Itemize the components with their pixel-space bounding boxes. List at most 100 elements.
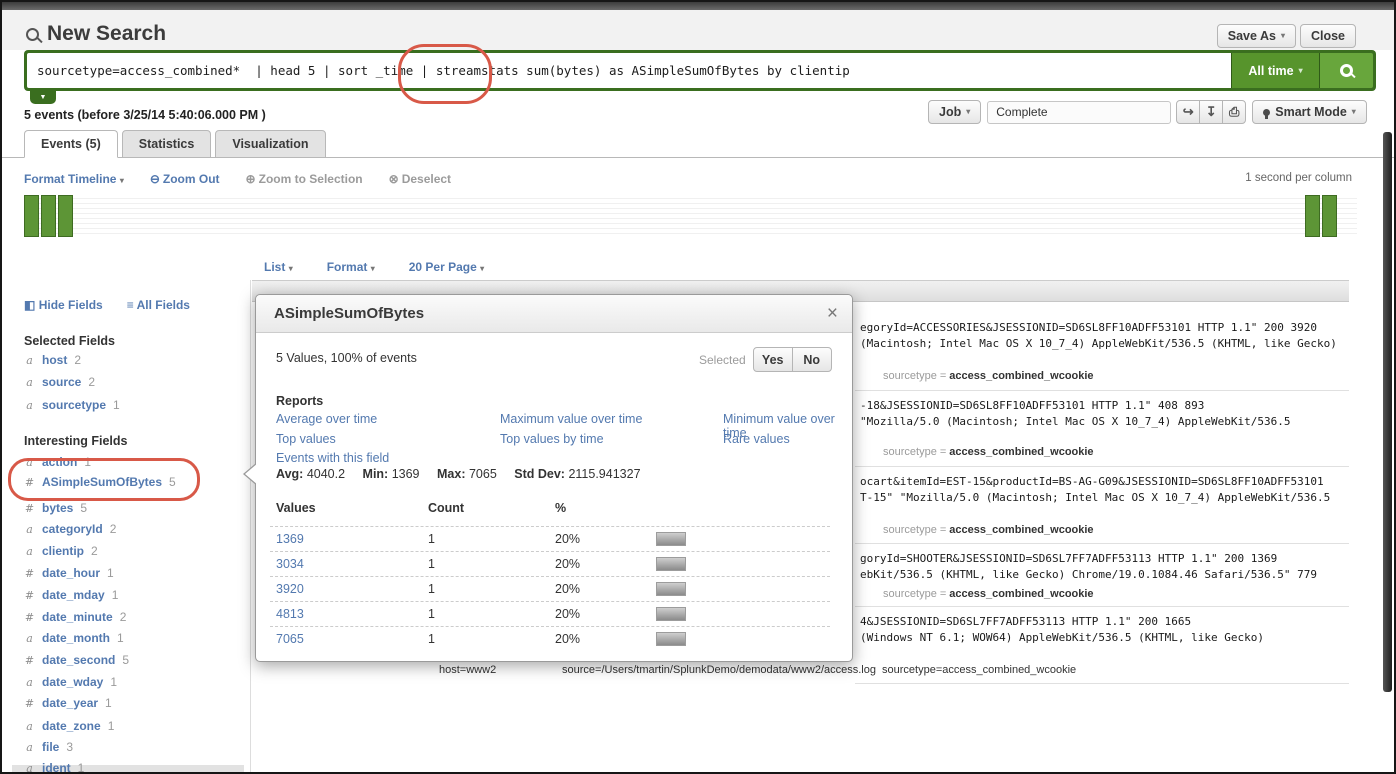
field-item-bytes[interactable]: # bytes 5	[24, 501, 87, 515]
download-icon: ↧	[1206, 104, 1217, 120]
events-summary: 5 events (before 3/25/14 5:40:06.000 PM …	[24, 108, 266, 122]
field-count: 1	[113, 398, 120, 412]
job-menu-button[interactable]: Job ▾	[928, 100, 981, 124]
meta-value[interactable]: access_combined_wcookie	[942, 664, 1076, 676]
value-link[interactable]: 1369	[276, 532, 304, 546]
value-link[interactable]: 3034	[276, 557, 304, 571]
timeline-bar[interactable]	[58, 195, 73, 237]
format-timeline-label: Format Timeline	[24, 172, 116, 186]
event-raw-text[interactable]: (Windows NT 6.1; WOW64) AppleWebKit/536.…	[860, 630, 1264, 645]
timeline-bar[interactable]	[24, 195, 39, 237]
report-link-top-values-by-time[interactable]: Top values by time	[500, 432, 604, 446]
tab-events[interactable]: Events (5)	[24, 130, 118, 158]
hide-fields-link[interactable]: ◧ Hide Fields	[24, 298, 103, 312]
time-range-picker[interactable]: All time ▾	[1231, 53, 1319, 88]
field-item-file[interactable]: a file 3	[24, 740, 73, 754]
smart-mode-button[interactable]: Smart Mode ▾	[1252, 100, 1367, 124]
selected-no-button[interactable]: No	[792, 347, 832, 372]
deselect-label: Deselect	[402, 172, 451, 186]
event-raw-text[interactable]: egoryId=ACCESSORIES&JSESSIONID=SD6SL8FF1…	[860, 320, 1317, 335]
event-raw-text[interactable]: goryId=SHOOTER&JSESSIONID=SD6SL7FF7ADFF5…	[860, 551, 1277, 566]
count-cell: 1	[428, 582, 435, 596]
share-button[interactable]: ↪	[1176, 100, 1200, 124]
report-link-rare-values[interactable]: Rare values	[723, 432, 790, 446]
event-raw-text[interactable]: T-15" "Mozilla/5.0 (Macintosh; Intel Mac…	[860, 490, 1330, 505]
field-item-host[interactable]: a host 2	[24, 353, 81, 367]
selected-yes-button[interactable]: Yes	[753, 347, 793, 372]
value-link[interactable]: 3920	[276, 582, 304, 596]
count-cell: 1	[428, 532, 435, 546]
event-raw-text[interactable]: ebKit/536.5 (KHTML, like Gecko) Chrome/1…	[860, 567, 1317, 582]
field-item-date-minute[interactable]: # date_minute 2	[24, 610, 126, 624]
format-menu[interactable]: Format ▾	[327, 260, 375, 274]
list-view-menu[interactable]: List ▾	[264, 260, 293, 274]
report-link-maximum-over-time[interactable]: Maximum value over time	[500, 412, 642, 426]
timeline-bar[interactable]	[1305, 195, 1320, 237]
field-item-date-year[interactable]: # date_year 1	[24, 696, 112, 710]
format-timeline-menu[interactable]: Format Timeline ▾	[24, 172, 124, 186]
field-item-date-mday[interactable]: # date_mday 1	[24, 588, 118, 602]
meta-value[interactable]: access_combined_wcookie	[949, 370, 1093, 382]
event-raw-text[interactable]: -18&JSESSIONID=SD6SL8FF10ADFF53101 HTTP …	[860, 398, 1204, 413]
search-query-input[interactable]: sourcetype=access_combined* | head 5 | s…	[27, 53, 1231, 88]
meta-value[interactable]: /Users/tmartin/SplunkDemo/demodata/www2/…	[601, 664, 876, 676]
zoom-in-icon: ⊕	[246, 172, 256, 186]
report-link-events-with-field[interactable]: Events with this field	[276, 451, 389, 465]
per-page-menu[interactable]: 20 Per Page ▾	[409, 260, 484, 274]
zoom-out-button[interactable]: ⊖Zoom Out	[150, 172, 220, 186]
timeline-bar[interactable]	[41, 195, 56, 237]
meta-value[interactable]: www2	[466, 664, 496, 676]
field-name: ident	[42, 761, 71, 774]
tab-statistics[interactable]: Statistics	[122, 130, 212, 158]
print-button[interactable]: ⎙	[1222, 100, 1246, 124]
field-item-clientip[interactable]: a clientip 2	[24, 544, 98, 558]
report-link-average-over-time[interactable]: Average over time	[276, 412, 377, 426]
meta-value[interactable]: access_combined_wcookie	[949, 446, 1093, 458]
meta-label: sourcetype	[883, 446, 937, 458]
chevron-down-icon: ▾	[966, 108, 970, 116]
deselect-button[interactable]: ⊗Deselect	[389, 172, 451, 186]
list-view-label: List	[264, 260, 285, 274]
event-raw-text[interactable]: "Mozilla/5.0 (Macintosh; Intel Mac OS X …	[860, 414, 1290, 429]
meta-value[interactable]: access_combined_wcookie	[949, 588, 1093, 600]
value-row: 1369 1 20%	[270, 526, 830, 551]
field-item-date-second[interactable]: # date_second 5	[24, 653, 129, 667]
timeline-histogram[interactable]	[24, 194, 1357, 238]
value-link[interactable]: 4813	[276, 607, 304, 621]
field-count: 2	[74, 353, 81, 367]
percent-bar	[656, 557, 686, 571]
field-item-date-wday[interactable]: a date_wday 1	[24, 675, 117, 689]
tab-visualization[interactable]: Visualization	[215, 130, 325, 158]
field-item-categoryid[interactable]: a categoryId 2	[24, 522, 116, 536]
event-divider	[855, 606, 1349, 607]
search-submit-button[interactable]	[1319, 53, 1373, 88]
event-raw-text[interactable]: 4&JSESSIONID=SD6SL7FF7ADFF53113 HTTP 1.1…	[860, 614, 1191, 629]
window-scrollbar[interactable]	[1383, 132, 1392, 692]
save-as-button[interactable]: Save As ▾	[1217, 24, 1296, 48]
all-fields-link[interactable]: ≡ All Fields	[127, 298, 190, 312]
field-item-ident[interactable]: a ident 1	[24, 761, 84, 774]
meta-value[interactable]: access_combined_wcookie	[949, 524, 1093, 536]
field-name: date_hour	[42, 566, 100, 580]
search-assistant-toggle[interactable]: ▼	[30, 91, 56, 104]
number-field-icon: #	[24, 697, 35, 710]
zoom-to-selection-button[interactable]: ⊕Zoom to Selection	[246, 172, 363, 186]
close-button[interactable]: Close	[1300, 24, 1356, 48]
timeline-bar[interactable]	[1322, 195, 1337, 237]
field-item-source[interactable]: a source 2	[24, 375, 95, 389]
field-item-sourcetype[interactable]: a sourcetype 1	[24, 398, 120, 412]
event-raw-text[interactable]: (Macintosh; Intel Mac OS X 10_7_4) Apple…	[860, 336, 1337, 351]
timeline-bar-group-right	[1305, 195, 1337, 237]
event-raw-text[interactable]: ocart&itemId=EST-15&productId=BS-AG-G09&…	[860, 474, 1324, 489]
report-link-top-values[interactable]: Top values	[276, 432, 336, 446]
field-name: date_minute	[42, 610, 113, 624]
field-name: categoryId	[42, 522, 103, 536]
field-count: 1	[112, 588, 119, 602]
value-link[interactable]: 7065	[276, 632, 304, 646]
field-item-date-month[interactable]: a date_month 1	[24, 631, 124, 645]
field-name: date_mday	[42, 588, 105, 602]
export-button[interactable]: ↧	[1199, 100, 1223, 124]
field-item-date-hour[interactable]: # date_hour 1	[24, 566, 114, 580]
field-item-date-zone[interactable]: a date_zone 1	[24, 719, 114, 733]
close-icon[interactable]: ×	[827, 303, 838, 325]
